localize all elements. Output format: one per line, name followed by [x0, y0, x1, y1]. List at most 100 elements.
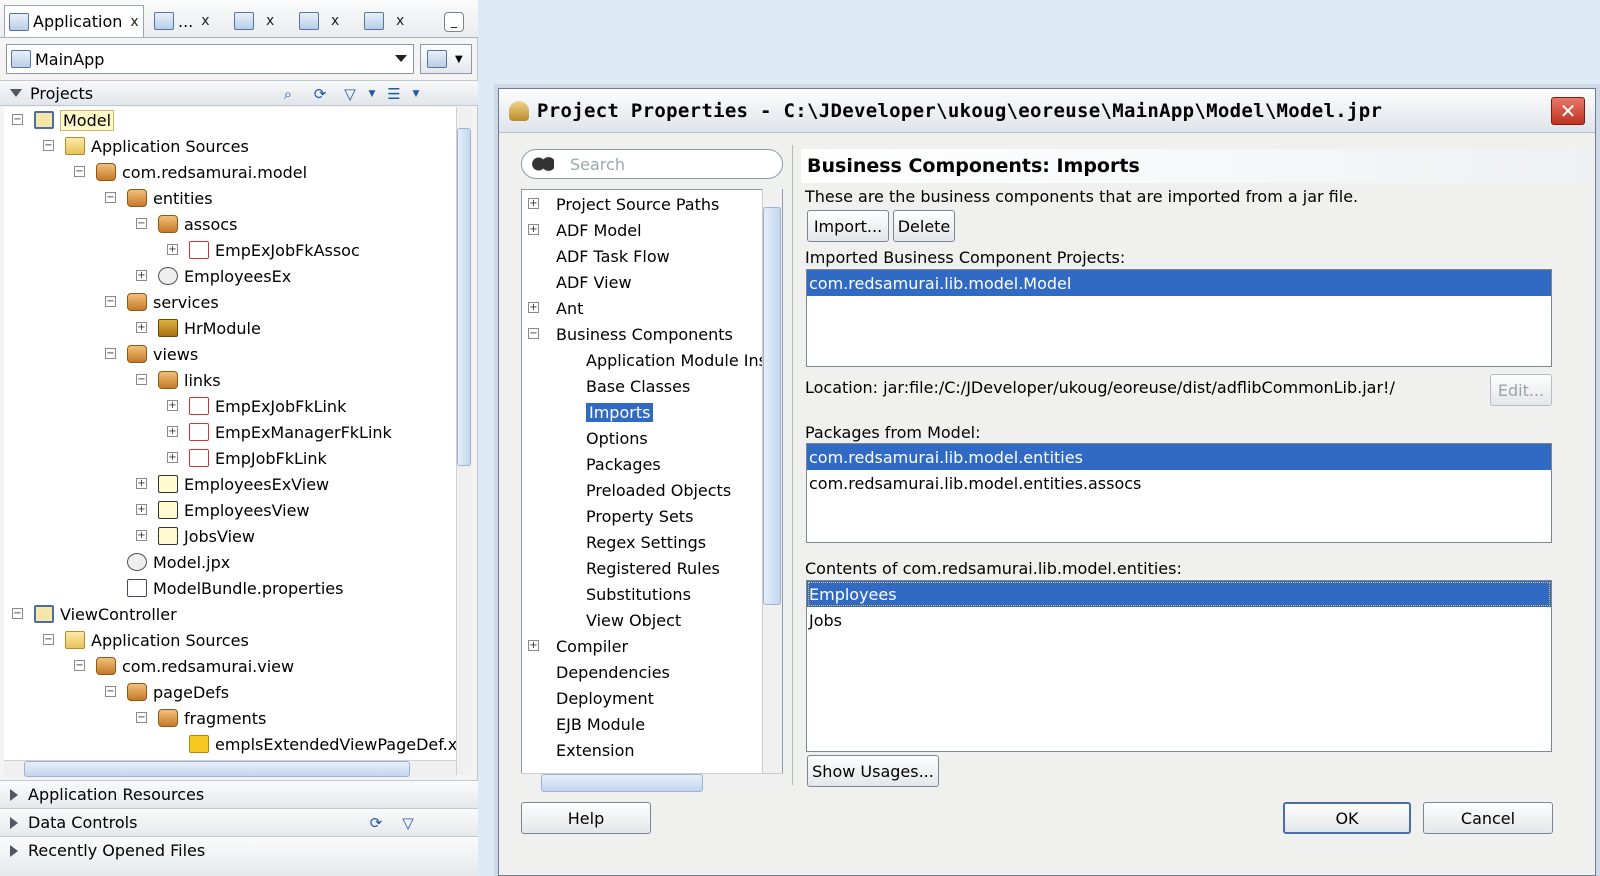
- imported-projects-list[interactable]: com.redsamurai.lib.model.Model: [806, 269, 1552, 367]
- tree-node[interactable]: Application Sources: [65, 133, 249, 159]
- chevron-down-icon[interactable]: ▼: [362, 84, 382, 104]
- list-item[interactable]: Jobs: [807, 607, 1551, 633]
- refresh-icon[interactable]: ⟳: [310, 84, 330, 104]
- tab-close-icon[interactable]: x: [396, 13, 404, 29]
- application-selector[interactable]: MainApp: [6, 44, 414, 74]
- collapse-icon[interactable]: [10, 89, 22, 97]
- collapse-icon[interactable]: −: [105, 348, 116, 359]
- ok-button[interactable]: OK: [1283, 802, 1411, 834]
- tree-node[interactable]: com.redsamurai.view: [96, 653, 294, 679]
- nav-horizontal-scroll-thumb[interactable]: [541, 774, 703, 792]
- collapse-icon[interactable]: −: [105, 686, 116, 697]
- import-button[interactable]: Import...: [807, 210, 889, 242]
- nav-item[interactable]: Regex Settings: [586, 529, 706, 555]
- tree-node[interactable]: EmployeesView: [158, 497, 310, 523]
- nav-item[interactable]: Property Sets: [586, 503, 693, 529]
- tab-application[interactable]: Application x: [4, 5, 144, 37]
- collapse-icon[interactable]: −: [43, 140, 54, 151]
- tab-structure[interactable]: x: [230, 5, 278, 37]
- cancel-button[interactable]: Cancel: [1423, 802, 1553, 834]
- collapse-icon[interactable]: −: [12, 114, 23, 125]
- nav-item[interactable]: Substitutions: [586, 581, 691, 607]
- tab-close-icon[interactable]: x: [331, 13, 339, 29]
- expand-icon[interactable]: +: [528, 224, 539, 235]
- tree-node[interactable]: services: [127, 289, 219, 315]
- expand-icon[interactable]: +: [528, 640, 539, 651]
- refresh-icon[interactable]: ⟳: [366, 813, 386, 833]
- tree-node[interactable]: assocs: [158, 211, 237, 237]
- expand-icon[interactable]: +: [136, 322, 147, 333]
- expand-icon[interactable]: +: [136, 270, 147, 281]
- nav-item[interactable]: Business Components: [556, 321, 733, 347]
- accordion-application-resources[interactable]: Application Resources: [0, 780, 478, 808]
- expand-icon[interactable]: +: [167, 400, 178, 411]
- nav-item[interactable]: Deployment: [556, 685, 654, 711]
- contents-list[interactable]: Employees Jobs: [806, 580, 1552, 752]
- tree-node[interactable]: links: [158, 367, 221, 393]
- chevron-down-icon[interactable]: ▼: [406, 84, 426, 104]
- nav-item[interactable]: ADF Task Flow: [556, 243, 670, 269]
- tree-node[interactable]: fragments: [158, 705, 266, 731]
- tree-node[interactable]: EmployeesExView: [158, 471, 329, 497]
- nav-vertical-scroll-thumb[interactable]: [763, 207, 781, 605]
- collapse-icon[interactable]: −: [12, 608, 23, 619]
- nav-item[interactable]: Compiler: [556, 633, 628, 659]
- nav-item[interactable]: View Object: [586, 607, 681, 633]
- collapse-icon[interactable]: −: [74, 166, 85, 177]
- tree-node[interactable]: entities: [127, 185, 213, 211]
- tree-node[interactable]: pageDefs: [127, 679, 229, 705]
- help-button[interactable]: Help: [521, 802, 651, 834]
- tree-node[interactable]: views: [127, 341, 198, 367]
- dialog-title-bar[interactable]: Project Properties - C:\JDeveloper\ukoug…: [499, 89, 1595, 133]
- tree-node[interactable]: Application Sources: [65, 627, 249, 653]
- tree-vertical-scroll-thumb[interactable]: [457, 128, 471, 466]
- search-icon[interactable]: ⌕: [278, 84, 298, 104]
- tab-hierarchy[interactable]: x: [295, 5, 343, 37]
- collapse-icon[interactable]: −: [105, 296, 116, 307]
- collapse-icon[interactable]: −: [74, 660, 85, 671]
- collapse-icon[interactable]: −: [136, 218, 147, 229]
- minimize-icon[interactable]: _: [444, 12, 464, 32]
- expand-icon[interactable]: +: [528, 198, 539, 209]
- delete-button[interactable]: Delete: [893, 210, 955, 242]
- list-item[interactable]: com.redsamurai.lib.model.Model: [807, 270, 1551, 296]
- search-input[interactable]: Search: [521, 149, 783, 179]
- show-usages-button[interactable]: Show Usages...: [807, 755, 939, 787]
- working-sets-icon[interactable]: ☰: [384, 84, 404, 104]
- tree-node[interactable]: EmpExJobFkLink: [189, 393, 346, 419]
- nav-item[interactable]: Base Classes: [586, 373, 690, 399]
- filter-icon[interactable]: ▽: [340, 84, 360, 104]
- collapse-icon[interactable]: −: [136, 374, 147, 385]
- tree-node[interactable]: ModelBundle.properties: [127, 575, 343, 601]
- close-icon[interactable]: ✕: [1551, 97, 1585, 125]
- nav-item[interactable]: ADF View: [556, 269, 632, 295]
- tree-node[interactable]: ViewController: [34, 601, 177, 627]
- nav-item[interactable]: EJB Module: [556, 711, 645, 737]
- tree-node[interactable]: com.redsamurai.model: [96, 159, 307, 185]
- nav-item[interactable]: ADF Model: [556, 217, 642, 243]
- nav-item[interactable]: Preloaded Objects: [586, 477, 731, 503]
- nav-item[interactable]: Ant: [556, 295, 583, 321]
- expand-icon[interactable]: +: [136, 530, 147, 541]
- collapse-icon[interactable]: −: [105, 192, 116, 203]
- tree-node[interactable]: Model: [34, 107, 115, 133]
- list-item[interactable]: Employees: [807, 581, 1551, 607]
- tree-node[interactable]: JobsView: [158, 523, 255, 549]
- accordion-recently-opened-files[interactable]: Recently Opened Files: [0, 836, 478, 876]
- tab-close-icon[interactable]: x: [130, 14, 138, 30]
- accordion-data-controls[interactable]: Data Controls ⟳ ▽: [0, 808, 478, 836]
- tree-horizontal-scroll-thumb[interactable]: [24, 761, 410, 777]
- expand-icon[interactable]: +: [167, 244, 178, 255]
- tree-node[interactable]: EmpExManagerFkLink: [189, 419, 392, 445]
- nav-item[interactable]: Project Source Paths: [556, 191, 719, 217]
- tab-close-icon[interactable]: x: [266, 13, 274, 29]
- collapse-icon[interactable]: −: [136, 712, 147, 723]
- collapse-icon[interactable]: −: [43, 634, 54, 645]
- tree-node[interactable]: EmpJobFkLink: [189, 445, 327, 471]
- filter-icon[interactable]: ▽: [398, 813, 418, 833]
- tab-run[interactable]: ... x: [150, 5, 214, 37]
- nav-item[interactable]: Application Module Inst: [586, 347, 773, 373]
- projects-header[interactable]: Projects ⌕ ⟳ ▽ ▼ ☰ ▼: [0, 80, 478, 106]
- tab-close-icon[interactable]: x: [201, 13, 209, 29]
- expand-icon[interactable]: +: [528, 302, 539, 313]
